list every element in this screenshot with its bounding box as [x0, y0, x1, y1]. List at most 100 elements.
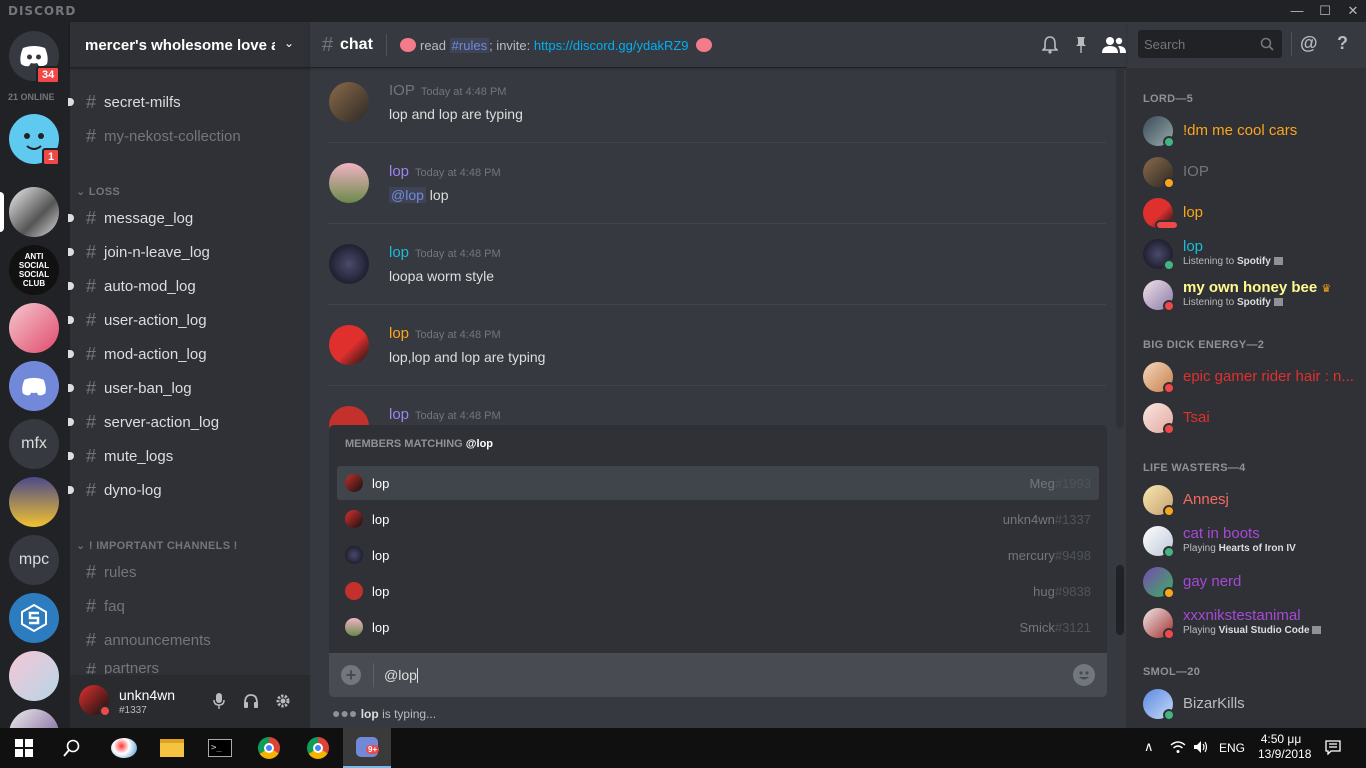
autocomplete-item[interactable]: lop unkn4wn#1337: [337, 502, 1099, 536]
member-item[interactable]: my own honey bee ♛ Listening to Spotify: [1143, 276, 1363, 316]
taskbar-app-discord[interactable]: 9+: [343, 728, 391, 768]
message-input[interactable]: @lop: [384, 667, 418, 683]
taskbar-app-chrome-2[interactable]: [294, 728, 342, 768]
member-name: BizarKills: [1183, 695, 1245, 712]
microphone-icon[interactable]: [213, 693, 225, 709]
divider: [373, 663, 374, 687]
channel-mod-action-log[interactable]: # mod-action_log: [68, 340, 306, 368]
category-loss[interactable]: ⌄ LOSS: [76, 185, 120, 198]
member-name: lop: [372, 512, 390, 527]
status-dnd-icon: [1163, 628, 1175, 640]
member-category: SMOL—20: [1143, 666, 1201, 678]
channel-user-ban-log[interactable]: # user-ban_log: [68, 374, 306, 402]
taskbar-app-explorer[interactable]: [148, 728, 196, 768]
scrollbar-thumb[interactable]: [1116, 565, 1124, 635]
taskbar-app-terminal[interactable]: >_: [196, 728, 244, 768]
upload-plus-icon[interactable]: +: [341, 665, 361, 685]
hash-lock-icon: #: [86, 241, 97, 262]
guild-pink-hair[interactable]: [9, 651, 59, 701]
autocomplete-item[interactable]: lop hug#9838: [337, 574, 1099, 608]
maximize-icon[interactable]: ☐: [1310, 2, 1340, 20]
user-mention[interactable]: @lop: [389, 187, 426, 203]
channel-join-n-leave-log[interactable]: # join-n-leave_log: [68, 238, 306, 266]
topic-channel-mention[interactable]: #rules: [449, 38, 490, 53]
member-name: lop: [372, 548, 390, 563]
headphones-icon[interactable]: [243, 693, 259, 709]
message-author[interactable]: lop Today at 4:48 PM: [389, 244, 501, 261]
taskbar-app-chrome[interactable]: [245, 728, 293, 768]
channel-dyno-log[interactable]: # dyno-log: [68, 476, 306, 504]
member-name: cat in boots: [1183, 525, 1260, 542]
message-author[interactable]: IOP Today at 4:48 PM: [389, 82, 506, 99]
channel-server-action-log[interactable]: # server-action_log: [68, 408, 306, 436]
channel-message-log[interactable]: # message_log: [68, 204, 306, 232]
taskbar-app-paint[interactable]: [100, 728, 148, 768]
avatar[interactable]: [329, 82, 369, 122]
close-icon[interactable]: ✕: [1338, 2, 1366, 20]
search-input[interactable]: Search: [1138, 30, 1282, 58]
status-dnd-icon: [99, 705, 111, 717]
member-item[interactable]: lop Listening to Spotify: [1143, 235, 1363, 275]
mentions-icon[interactable]: @: [1300, 33, 1318, 54]
member-item[interactable]: epic gamer rider hair : n...: [1143, 358, 1363, 398]
search-button[interactable]: [48, 728, 96, 768]
help-icon[interactable]: ?: [1337, 33, 1348, 54]
channel-secret-milfs[interactable]: # secret-milfs: [68, 88, 306, 116]
hash-lock-icon: #: [86, 411, 97, 432]
avatar[interactable]: [329, 163, 369, 203]
gear-icon[interactable]: [275, 693, 291, 709]
member-item[interactable]: !dm me cool cars: [1143, 112, 1363, 152]
channel-announcements[interactable]: # announcements: [86, 626, 306, 654]
wifi-icon[interactable]: [1170, 740, 1186, 754]
avatar[interactable]: [329, 325, 369, 365]
guild-s-logo[interactable]: [9, 593, 59, 643]
autocomplete-item[interactable]: lop Smick#3121: [337, 610, 1099, 644]
volume-icon[interactable]: [1193, 740, 1209, 754]
guild-more[interactable]: [9, 709, 59, 728]
channel-auto-mod-log[interactable]: # auto-mod_log: [68, 272, 306, 300]
member-item[interactable]: Annesj: [1143, 481, 1363, 521]
guild-mpc[interactable]: mpc: [9, 535, 59, 585]
member-item[interactable]: Tsai: [1143, 399, 1363, 439]
minimize-icon[interactable]: —: [1282, 2, 1312, 20]
emoji-picker-icon[interactable]: [1073, 664, 1095, 686]
message-author[interactable]: lop Today at 4:48 PM: [389, 163, 501, 180]
server-header[interactable]: mercer's wholesome love a... ⌄: [70, 22, 310, 68]
member-name: gay nerd: [1183, 573, 1242, 590]
message-author[interactable]: lop Today at 4:48 PM: [389, 406, 501, 423]
member-list-icon[interactable]: [1102, 36, 1126, 54]
autocomplete-item[interactable]: lop mercury#9498: [337, 538, 1099, 572]
channel-rules[interactable]: # rules: [86, 558, 306, 586]
clock[interactable]: 4:50 μμ 13/9/2018: [1258, 732, 1311, 762]
autocomplete-item[interactable]: lop Meg#1993: [337, 466, 1099, 500]
tray-chevron-up-icon[interactable]: ∧: [1144, 739, 1154, 755]
guild-anime[interactable]: [9, 303, 59, 353]
message-author[interactable]: lop Today at 4:48 PM: [389, 325, 501, 342]
search-icon: [63, 739, 80, 757]
start-button[interactable]: [0, 728, 48, 768]
guild-anti-social[interactable]: ANTI SOCIAL SOCIAL CLUB: [9, 245, 59, 295]
member-item[interactable]: cat in boots Playing Hearts of Iron IV: [1143, 522, 1363, 562]
member-tag: hug#9838: [1033, 584, 1091, 599]
channel-partners[interactable]: # partners: [86, 660, 306, 674]
language-indicator[interactable]: ENG: [1219, 741, 1245, 755]
member-item[interactable]: xxxnikstestanimal Playing Visual Studio …: [1143, 604, 1363, 644]
channel-user-action-log[interactable]: # user-action_log: [68, 306, 306, 334]
guild-mfx[interactable]: mfx: [9, 419, 59, 469]
pin-icon[interactable]: [1075, 36, 1087, 54]
channel-mute-logs[interactable]: # mute_logs: [68, 442, 306, 470]
invite-link[interactable]: https://discord.gg/ydakRZ9: [534, 38, 689, 53]
member-item[interactable]: BizarKills: [1143, 685, 1363, 725]
notifications-icon[interactable]: [1325, 740, 1341, 755]
guild-discord[interactable]: [9, 361, 59, 411]
channel-my-nekost-collection[interactable]: # my-nekost-collection: [86, 122, 306, 150]
guild-character[interactable]: [9, 477, 59, 527]
category-important-channels[interactable]: ⌄ ! IMPORTANT CHANNELS !: [76, 539, 238, 552]
member-item[interactable]: gay nerd: [1143, 563, 1363, 603]
avatar[interactable]: [329, 244, 369, 284]
member-item[interactable]: lop: [1143, 194, 1363, 234]
member-item[interactable]: IOP: [1143, 153, 1363, 193]
guild-current[interactable]: [9, 187, 59, 237]
channel-faq[interactable]: # faq: [86, 592, 306, 620]
bell-icon[interactable]: [1042, 36, 1058, 54]
